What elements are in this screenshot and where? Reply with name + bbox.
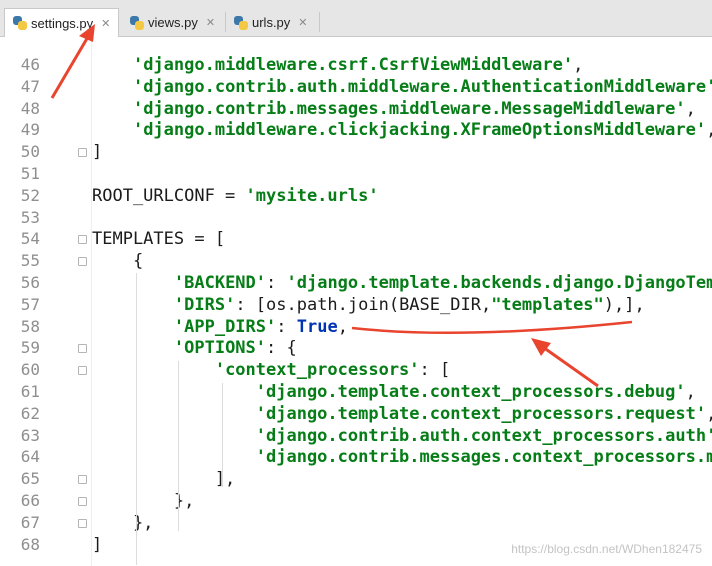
code-line[interactable]: 47 'django.contrib.auth.middleware.Authe… bbox=[0, 76, 712, 98]
fold-marker-icon[interactable] bbox=[78, 497, 87, 506]
tab-divider bbox=[319, 12, 320, 32]
code-text: ROOT_URLCONF = 'mysite.urls' bbox=[92, 185, 379, 206]
code-line[interactable]: 55 { bbox=[0, 250, 712, 272]
code-line[interactable]: 64 'django.contrib.messages.context_proc… bbox=[0, 446, 712, 468]
line-number: 64 bbox=[20, 447, 40, 467]
code-line[interactable]: 66 }, bbox=[0, 490, 712, 512]
code-line[interactable]: 63 'django.contrib.auth.context_processo… bbox=[0, 425, 712, 447]
line-number: 59 bbox=[20, 338, 40, 358]
fold-marker-icon[interactable] bbox=[78, 257, 87, 267]
line-number: 67 bbox=[20, 512, 40, 532]
code-line[interactable]: 46 'django.middleware.csrf.CsrfViewMiddl… bbox=[0, 54, 712, 76]
code-text: 'django.middleware.clickjacking.XFrameOp… bbox=[132, 120, 712, 141]
code-text: 'APP_DIRS': True, bbox=[173, 316, 348, 337]
code-line[interactable]: 58 'APP_DIRS': True, bbox=[0, 316, 712, 338]
tab-label: urls.py bbox=[252, 15, 291, 30]
editor-tab-bar: settings.py ✕ views.py ✕ urls.py ✕ bbox=[0, 0, 712, 37]
code-text: ] bbox=[92, 142, 103, 163]
line-number: 51 bbox=[20, 164, 40, 183]
tab-label: views.py bbox=[148, 15, 198, 30]
close-icon[interactable]: ✕ bbox=[298, 16, 307, 29]
fold-marker-icon[interactable] bbox=[78, 235, 87, 245]
line-number: 55 bbox=[20, 251, 40, 271]
fold-marker-icon[interactable] bbox=[78, 148, 87, 158]
code-line[interactable]: 50] bbox=[0, 141, 712, 163]
code-editor[interactable]: 46 'django.middleware.csrf.CsrfViewMiddl… bbox=[0, 37, 712, 566]
code-line[interactable]: 53 bbox=[0, 207, 712, 229]
code-text: 'django.contrib.messages.middleware.Mess… bbox=[132, 98, 696, 119]
line-number: 56 bbox=[20, 273, 40, 292]
line-number: 62 bbox=[20, 403, 40, 423]
indent-guide bbox=[222, 383, 223, 487]
code-line[interactable]: 67 }, bbox=[0, 512, 712, 534]
fold-marker-icon[interactable] bbox=[78, 344, 87, 354]
code-line[interactable]: 59 'OPTIONS': { bbox=[0, 337, 712, 359]
close-icon[interactable]: ✕ bbox=[101, 17, 110, 30]
line-number: 53 bbox=[20, 207, 40, 227]
line-number: 47 bbox=[20, 76, 40, 96]
code-text: 'django.template.context_processors.debu… bbox=[255, 382, 696, 402]
code-line[interactable]: 57 'DIRS': [os.path.join(BASE_DIR,"templ… bbox=[0, 294, 712, 316]
line-number: 66 bbox=[20, 491, 40, 510]
close-icon[interactable]: ✕ bbox=[206, 16, 215, 29]
code-line[interactable]: 51 bbox=[0, 163, 712, 185]
tab-urls-py[interactable]: urls.py ✕ bbox=[226, 8, 318, 37]
code-text: 'OPTIONS': { bbox=[173, 338, 297, 359]
line-number: 61 bbox=[20, 382, 40, 401]
code-text: 'django.contrib.messages.context_process… bbox=[255, 447, 712, 468]
code-text: 'django.template.context_processors.requ… bbox=[255, 403, 712, 424]
line-number: 52 bbox=[20, 185, 40, 205]
code-text: TEMPLATES = [ bbox=[92, 229, 226, 250]
line-number: 65 bbox=[20, 469, 40, 489]
tab-views-py[interactable]: views.py ✕ bbox=[122, 8, 224, 37]
code-line[interactable]: 56 'BACKEND': 'django.template.backends.… bbox=[0, 272, 712, 294]
code-text: }, bbox=[92, 491, 195, 511]
code-text: 'DIRS': [os.path.join(BASE_DIR,"template… bbox=[173, 294, 645, 315]
line-number: 63 bbox=[20, 425, 40, 445]
line-number: 48 bbox=[20, 98, 40, 118]
python-file-icon bbox=[130, 15, 144, 30]
code-text: ], bbox=[92, 469, 236, 490]
code-text: }, bbox=[92, 512, 154, 533]
fold-marker-icon[interactable] bbox=[78, 366, 87, 376]
code-line[interactable]: 60 'context_processors': [ bbox=[0, 359, 712, 381]
code-text: { bbox=[92, 251, 144, 272]
code-text: ] bbox=[92, 534, 103, 555]
code-line[interactable]: 49 'django.middleware.clickjacking.XFram… bbox=[0, 119, 712, 141]
line-number: 57 bbox=[20, 294, 40, 314]
fold-marker-icon[interactable] bbox=[78, 518, 87, 528]
fold-marker-icon[interactable] bbox=[78, 475, 87, 485]
python-file-icon bbox=[234, 15, 248, 30]
line-number: 60 bbox=[20, 360, 40, 380]
line-number: 46 bbox=[20, 55, 40, 74]
code-line[interactable]: 48 'django.contrib.messages.middleware.M… bbox=[0, 98, 712, 120]
code-line[interactable]: 61 'django.template.context_processors.d… bbox=[0, 381, 712, 403]
tab-settings-py[interactable]: settings.py ✕ bbox=[4, 8, 119, 37]
line-number: 54 bbox=[20, 229, 40, 249]
code-line[interactable]: 62 'django.template.context_processors.r… bbox=[0, 403, 712, 425]
line-number: 50 bbox=[20, 142, 40, 162]
code-line[interactable]: 52 ROOT_URLCONF = 'mysite.urls' bbox=[0, 185, 712, 207]
watermark-text: https://blog.csdn.net/WDhen182475 bbox=[511, 542, 702, 556]
tab-label: settings.py bbox=[31, 15, 94, 31]
indent-guide bbox=[136, 273, 137, 565]
code-text: 'django.middleware.csrf.CsrfViewMiddlewa… bbox=[132, 55, 584, 75]
python-file-icon bbox=[13, 16, 27, 30]
indent-guide bbox=[178, 361, 179, 531]
code-text: 'BACKEND': 'django.template.backends.dja… bbox=[173, 273, 712, 293]
code-line[interactable]: 65 ], bbox=[0, 468, 712, 490]
line-number: 58 bbox=[20, 316, 40, 336]
code-line[interactable]: 54 TEMPLATES = [ bbox=[0, 228, 712, 250]
code-text: 'django.contrib.auth.middleware.Authenti… bbox=[132, 76, 712, 97]
line-number: 68 bbox=[20, 534, 40, 554]
code-text: 'context_processors': [ bbox=[214, 360, 451, 381]
line-number: 49 bbox=[20, 120, 40, 140]
code-text: 'django.contrib.auth.context_processors.… bbox=[255, 425, 712, 446]
